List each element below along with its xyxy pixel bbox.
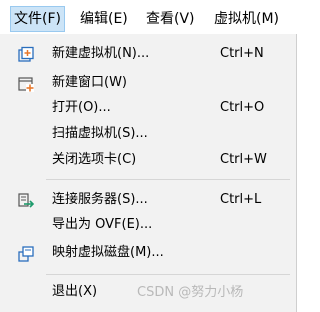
menu-vm[interactable]: 虚拟机(M) — [214, 6, 279, 32]
menu-item-connect-server[interactable]: 连接服务器(S)... Ctrl+L — [0, 188, 296, 212]
new-vm-icon — [18, 46, 34, 62]
menu-item-label: 退出(X) — [52, 284, 98, 299]
watermark: CSDN @努力小杨 — [137, 285, 244, 300]
menu-item-map-disk[interactable]: 映射虚拟磁盘(M)... — [0, 241, 296, 265]
menu-item-new-vm[interactable]: 新建虚拟机(N)... Ctrl+N — [0, 42, 296, 66]
connect-server-icon — [18, 193, 35, 208]
menu-separator — [46, 179, 290, 180]
menu-item-shortcut: Ctrl+W — [220, 152, 267, 167]
menu-item-label: 连接服务器(S)... — [52, 192, 148, 207]
file-menu-dropdown: 新建虚拟机(N)... Ctrl+N 新建窗口(W) 打开(O)... Ctrl… — [0, 34, 297, 312]
menu-item-shortcut: Ctrl+N — [220, 46, 264, 61]
menu-item-label: 新建虚拟机(N)... — [52, 46, 150, 61]
menu-view[interactable]: 查看(V) — [146, 6, 195, 32]
menu-item-label: 导出为 OVF(E)... — [52, 217, 153, 232]
map-disk-icon — [18, 246, 34, 262]
menu-item-label: 关闭选项卡(C) — [52, 152, 137, 167]
menu-item-label: 扫描虚拟机(S)... — [52, 126, 148, 141]
menu-file[interactable]: 文件(F) — [10, 6, 65, 32]
menu-bar: 文件(F) 编辑(E) 查看(V) 虚拟机(M) — [0, 0, 297, 35]
new-window-icon — [18, 77, 34, 92]
menu-item-new-window[interactable]: 新建窗口(W) — [0, 71, 296, 95]
menu-item-shortcut: Ctrl+L — [220, 192, 262, 207]
menu-item-close-tab[interactable]: 关闭选项卡(C) Ctrl+W — [0, 148, 296, 172]
menu-edit[interactable]: 编辑(E) — [80, 6, 128, 32]
menu-item-label: 打开(O)... — [52, 100, 111, 115]
menu-item-label: 映射虚拟磁盘(M)... — [52, 245, 164, 260]
menu-item-open[interactable]: 打开(O)... Ctrl+O — [0, 96, 296, 120]
menu-item-label: 新建窗口(W) — [52, 75, 127, 90]
menu-item-shortcut: Ctrl+O — [220, 100, 265, 115]
menu-separator — [46, 274, 290, 275]
menu-item-export-ovf[interactable]: 导出为 OVF(E)... — [0, 213, 296, 237]
menu-item-scan-vm[interactable]: 扫描虚拟机(S)... — [0, 122, 296, 146]
